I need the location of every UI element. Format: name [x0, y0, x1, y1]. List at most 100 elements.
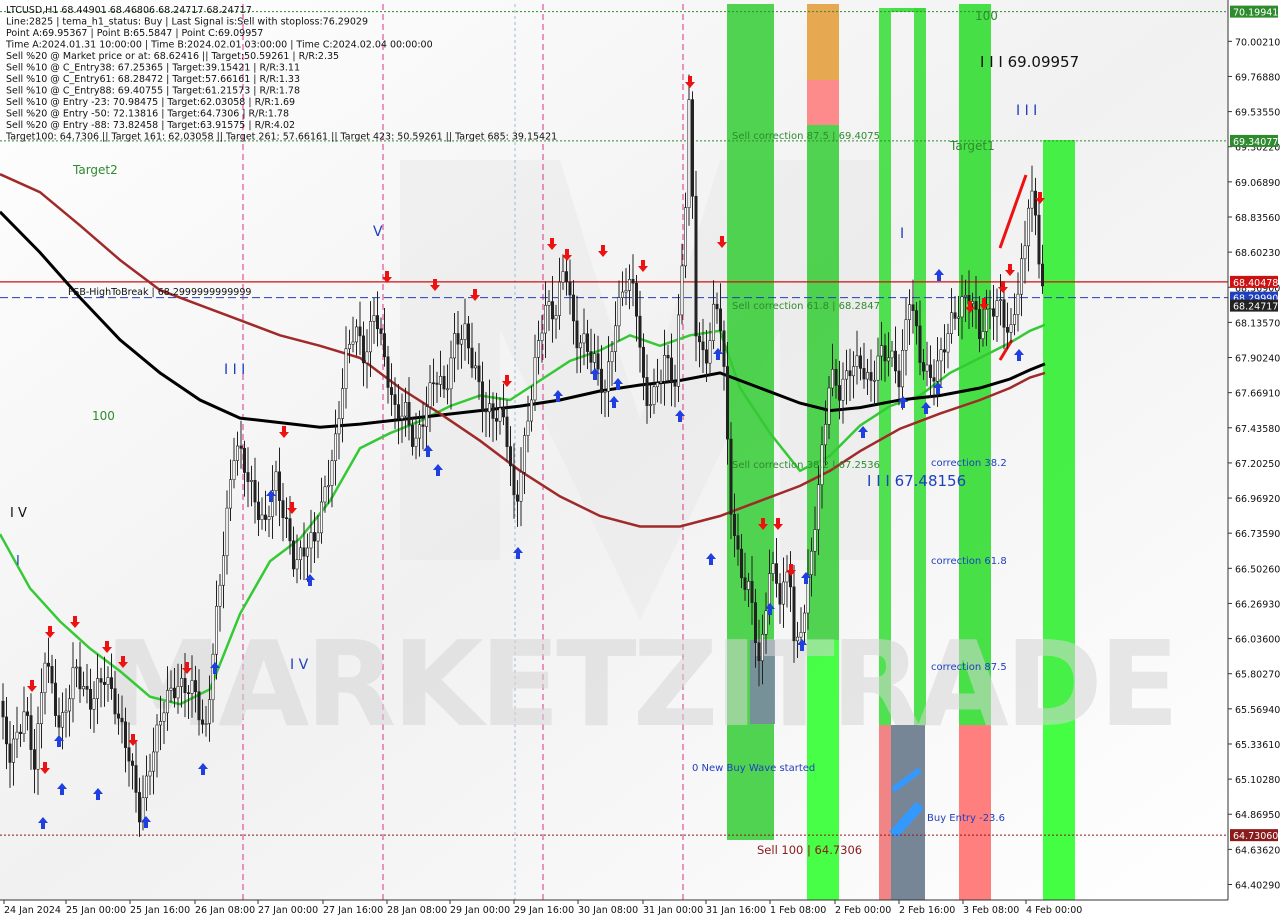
- candle-body: [155, 724, 159, 753]
- candle-body: [463, 323, 467, 340]
- candle-body: [183, 678, 187, 694]
- candle-body: [239, 445, 243, 449]
- candle-body: [204, 723, 208, 725]
- candle-body: [103, 681, 107, 685]
- candle-body: [680, 265, 684, 316]
- candle-body: [799, 632, 803, 638]
- candle-body: [655, 382, 659, 388]
- candle-body: [837, 385, 841, 401]
- candle-body: [295, 559, 299, 570]
- candle-body: [739, 548, 743, 579]
- candle-body: [194, 680, 198, 692]
- candle-body: [302, 547, 306, 557]
- candle-body: [354, 326, 358, 343]
- candle-body: [159, 721, 163, 726]
- candle-body: [774, 563, 778, 584]
- candle-body: [809, 550, 813, 575]
- candle-body: [641, 346, 645, 378]
- candle-body: [540, 332, 544, 341]
- annotation-15: Sell correction 61.8 | 68.2847: [732, 301, 880, 312]
- candle-body: [68, 698, 72, 712]
- candle-body: [410, 424, 414, 447]
- candle-body: [459, 339, 463, 345]
- candle-body: [963, 294, 967, 298]
- annotation-9: I I I: [1016, 103, 1037, 119]
- candle-body: [473, 365, 477, 369]
- zone-orange-1: [807, 4, 839, 80]
- candle-body: [981, 331, 985, 339]
- candle-body: [113, 688, 117, 715]
- candle-body: [844, 370, 848, 380]
- price-tick-label: 67.43580: [1235, 424, 1280, 435]
- candle-body: [631, 279, 635, 284]
- candle-body: [260, 514, 264, 520]
- annotation-4: I V: [10, 506, 27, 521]
- candle-body: [445, 388, 449, 391]
- candle-body: [333, 433, 337, 462]
- candle-body: [89, 689, 93, 710]
- candle-body: [1016, 293, 1020, 315]
- candle-body: [554, 315, 558, 320]
- candle-body: [953, 312, 957, 319]
- candle-body: [428, 382, 432, 407]
- candle-body: [82, 686, 86, 690]
- candle-body: [8, 743, 12, 763]
- candle-body: [1, 700, 5, 718]
- candle-body: [351, 341, 355, 345]
- candle-body: [666, 355, 670, 359]
- candle-body: [176, 686, 180, 699]
- candle-body: [1037, 214, 1041, 265]
- candle-body: [694, 195, 698, 337]
- annotation-12: I I I 67.48156: [867, 472, 966, 490]
- candle-body: [201, 719, 205, 725]
- candle-body: [22, 711, 26, 734]
- candle-body: [935, 360, 939, 382]
- price-tick-label: 66.03600: [1235, 635, 1280, 646]
- candle-body: [407, 402, 411, 426]
- candle-body: [64, 710, 68, 713]
- candle-body: [5, 716, 9, 745]
- time-tick-label: 29 Jan 16:00: [514, 905, 574, 916]
- candle-body: [939, 349, 943, 362]
- zone-pink-1: [807, 80, 839, 125]
- candle-body: [29, 715, 33, 750]
- annotation-5: I: [16, 554, 20, 569]
- price-tick-label: 70.00210: [1235, 37, 1280, 48]
- price-tick-label: 65.56940: [1235, 705, 1280, 716]
- candle-body: [925, 364, 929, 372]
- candle-body: [1034, 190, 1038, 216]
- candle-body: [634, 282, 638, 317]
- candle-body: [704, 349, 708, 364]
- candle-body: [309, 532, 313, 549]
- candle-body: [928, 364, 932, 378]
- candle-body: [319, 501, 323, 534]
- candle-body: [337, 418, 341, 435]
- price-tick-label: 69.76880: [1235, 72, 1280, 83]
- time-tick-label: 29 Jan 00:00: [450, 905, 510, 916]
- candle-body: [466, 323, 470, 349]
- candle-body: [536, 340, 540, 358]
- candle-body: [323, 486, 327, 503]
- candle-body: [638, 315, 642, 348]
- candle-body: [173, 687, 177, 699]
- candle-body: [414, 437, 418, 447]
- candle-body: [834, 369, 838, 386]
- candle-body: [778, 583, 782, 605]
- candle-body: [564, 271, 568, 283]
- annotation-6: I I I: [224, 362, 245, 378]
- candle-body: [229, 479, 233, 509]
- annotation-3: Target1: [949, 139, 995, 153]
- price-tick-label: 64.86950: [1235, 810, 1280, 821]
- candle-body: [365, 351, 369, 364]
- header-line: Sell %20 @ Market price or at: 68.62416 …: [6, 51, 339, 62]
- candle-body: [284, 517, 288, 520]
- candle-body: [862, 368, 866, 380]
- candle-body: [78, 666, 82, 690]
- candle-body: [505, 416, 509, 447]
- time-tick-label: 24 Jan 2024: [4, 905, 61, 916]
- time-tick-label: 25 Jan 00:00: [66, 905, 126, 916]
- candle-body: [855, 355, 859, 367]
- candle-body: [215, 605, 219, 655]
- candle-body: [757, 642, 761, 662]
- candle-body: [438, 376, 442, 385]
